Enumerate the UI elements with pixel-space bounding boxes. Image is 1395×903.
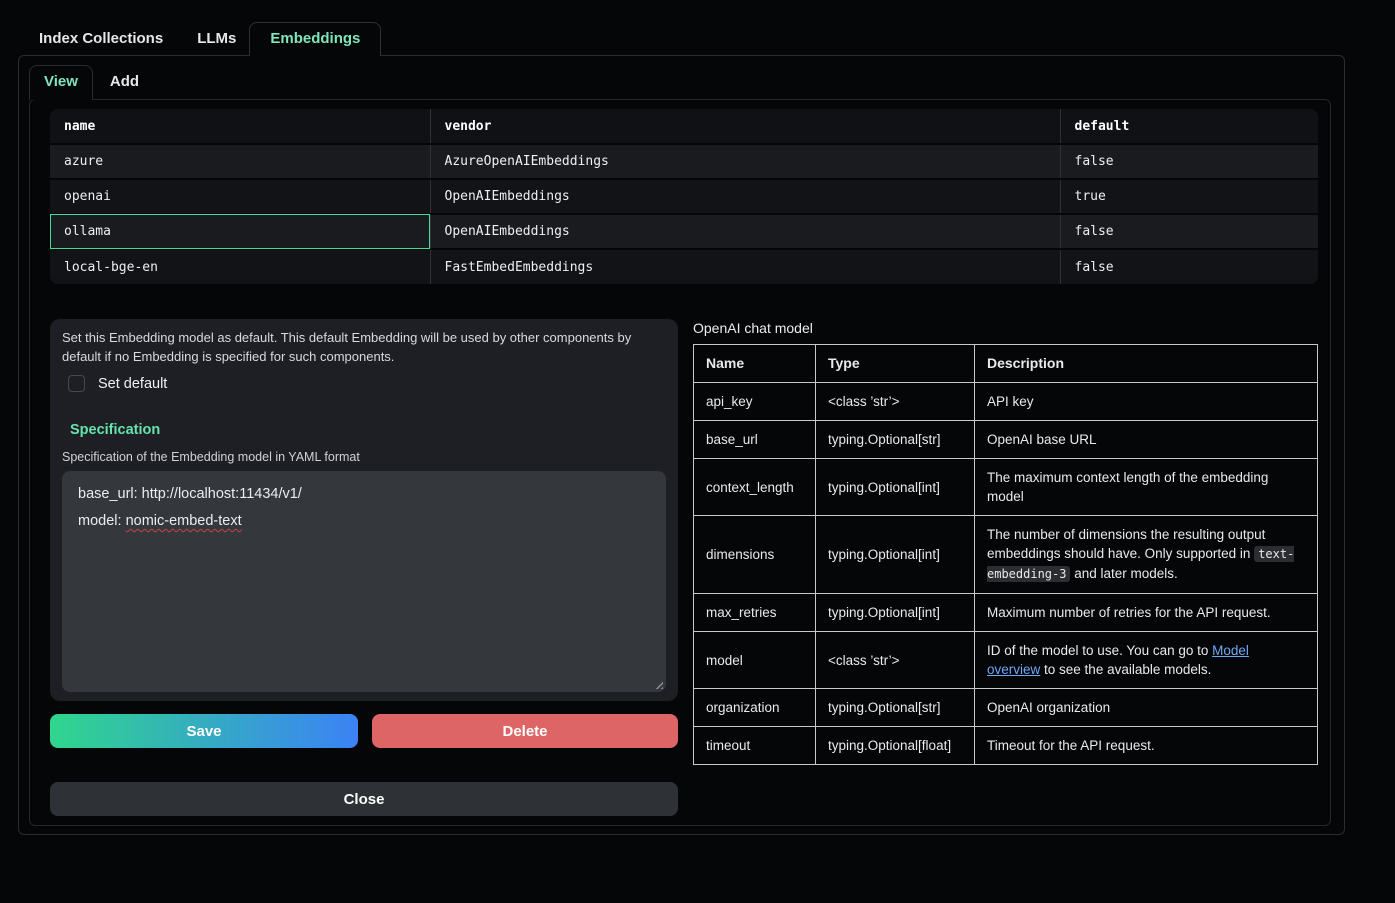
schema-table-body: api_key<class ’str’>API keybase_urltypin…	[694, 383, 1318, 765]
schema-cell-description: The maximum context length of the embedd…	[975, 459, 1318, 516]
yaml-editor[interactable]: base_url: http://localhost:11434/v1/ mod…	[62, 471, 666, 692]
yaml-line-2-prefix: model:	[78, 513, 126, 529]
tab-llms[interactable]: LLMs	[184, 22, 249, 55]
schema-cell-name: organization	[694, 689, 816, 727]
tab-embeddings[interactable]: Embeddings	[249, 22, 381, 56]
schema-cell-name: context_length	[694, 459, 816, 516]
cell-default[interactable]: false	[1060, 214, 1318, 249]
schema-cell-description: Timeout for the API request.	[975, 727, 1318, 765]
schema-column-description: Description	[975, 345, 1318, 383]
schema-cell-type: typing.Optional[int]	[816, 594, 975, 632]
schema-cell-name: model	[694, 632, 816, 689]
column-header-vendor: vendor	[430, 109, 1060, 144]
schema-cell-type: typing.Optional[int]	[816, 459, 975, 516]
set-default-checkbox[interactable]	[68, 375, 85, 392]
schema-row-dimensions: dimensionstyping.Optional[int]The number…	[694, 516, 1318, 594]
schema-cell-type: typing.Optional[str]	[816, 689, 975, 727]
column-header-default: default	[1060, 109, 1318, 144]
subtab-view[interactable]: View	[29, 65, 93, 100]
set-default-row[interactable]: Set default	[68, 375, 666, 392]
delete-button[interactable]: Delete	[372, 714, 678, 748]
schema-header-row: NameTypeDescription	[694, 345, 1318, 383]
schema-table: NameTypeDescription api_key<class ’str’>…	[693, 344, 1318, 765]
cell-name[interactable]: openai	[50, 179, 430, 214]
code-chip: text-embedding-3	[987, 546, 1294, 582]
schema-row-context-length: context_lengthtyping.Optional[int]The ma…	[694, 459, 1318, 516]
schema-title: OpenAI chat model	[693, 320, 1318, 336]
action-button-row: Save Delete	[50, 714, 678, 748]
schema-row-base-url: base_urltyping.Optional[str]OpenAI base …	[694, 421, 1318, 459]
view-add-tab-bar: ViewAdd	[19, 56, 1344, 99]
schema-row-model: model<class ’str’>ID of the model to use…	[694, 632, 1318, 689]
schema-row-max-retries: max_retriestyping.Optional[int]Maximum n…	[694, 594, 1318, 632]
left-column: Set this Embedding model as default. Thi…	[50, 319, 678, 816]
save-button[interactable]: Save	[50, 714, 358, 748]
embeddings-table-header: namevendordefault	[50, 109, 1318, 144]
cell-default[interactable]: false	[1060, 249, 1318, 284]
view-tab-panel: namevendordefault azureAzureOpenAIEmbedd…	[29, 99, 1331, 826]
schema-cell-type: typing.Optional[int]	[816, 516, 975, 594]
schema-cell-name: max_retries	[694, 594, 816, 632]
selected-cell-ollama[interactable]: ollama	[50, 214, 430, 249]
embeddings-table-body: azureAzureOpenAIEmbeddingsfalseopenaiOpe…	[50, 144, 1318, 284]
schema-row-api-key: api_key<class ’str’>API key	[694, 383, 1318, 421]
right-column: OpenAI chat model NameTypeDescription ap…	[693, 319, 1318, 816]
embeddings-page: Index CollectionsLLMsEmbeddings ViewAdd …	[0, 22, 1395, 835]
schema-row-organization: organizationtyping.Optional[str]OpenAI o…	[694, 689, 1318, 727]
table-row-openai[interactable]: openaiOpenAIEmbeddingstrue	[50, 179, 1318, 214]
specification-heading: Specification	[70, 422, 666, 438]
embeddings-table: namevendordefault azureAzureOpenAIEmbedd…	[50, 109, 1318, 284]
schema-column-type: Type	[816, 345, 975, 383]
schema-row-timeout: timeouttyping.Optional[float]Timeout for…	[694, 727, 1318, 765]
schema-cell-description: Maximum number of retries for the API re…	[975, 594, 1318, 632]
schema-cell-description: API key	[975, 383, 1318, 421]
cell-name[interactable]: azure	[50, 144, 430, 179]
schema-cell-name: dimensions	[694, 516, 816, 594]
yaml-line-1: base_url: http://localhost:11434/v1/	[78, 481, 650, 508]
schema-cell-description: The number of dimensions the resulting o…	[975, 516, 1318, 594]
schema-cell-name: base_url	[694, 421, 816, 459]
detail-area: Set this Embedding model as default. Thi…	[50, 319, 1318, 816]
misspelled-word: nomic-embed-text	[126, 513, 242, 529]
schema-cell-type: typing.Optional[str]	[816, 421, 975, 459]
table-row-azure[interactable]: azureAzureOpenAIEmbeddingsfalse	[50, 144, 1318, 179]
cell-default[interactable]: false	[1060, 144, 1318, 179]
yaml-line-2: model: nomic-embed-text	[78, 508, 650, 535]
schema-cell-description: OpenAI organization	[975, 689, 1318, 727]
embeddings-tab-panel: ViewAdd namevendordefault azureAzureOpen…	[18, 55, 1345, 835]
schema-cell-type: <class ’str’>	[816, 383, 975, 421]
cell-default[interactable]: true	[1060, 179, 1318, 214]
resize-handle-icon[interactable]	[653, 679, 663, 689]
schema-cell-description: ID of the model to use. You can go to Mo…	[975, 632, 1318, 689]
tab-index-collections[interactable]: Index Collections	[18, 22, 184, 55]
specification-caption: Specification of the Embedding model in …	[62, 450, 666, 464]
column-header-name: name	[50, 109, 430, 144]
model-overview-link[interactable]: Model overview	[987, 643, 1249, 677]
set-default-label: Set default	[98, 376, 167, 392]
default-panel: Set this Embedding model as default. Thi…	[50, 319, 678, 701]
schema-cell-type: <class ’str’>	[816, 632, 975, 689]
default-description: Set this Embedding model as default. Thi…	[62, 328, 666, 366]
close-button[interactable]: Close	[50, 782, 678, 816]
schema-cell-type: typing.Optional[float]	[816, 727, 975, 765]
schema-cell-name: api_key	[694, 383, 816, 421]
table-row-local-bge-en[interactable]: local-bge-enFastEmbedEmbeddingsfalse	[50, 249, 1318, 284]
schema-column-name: Name	[694, 345, 816, 383]
cell-vendor[interactable]: FastEmbedEmbeddings	[430, 249, 1060, 284]
schema-cell-description: OpenAI base URL	[975, 421, 1318, 459]
schema-cell-name: timeout	[694, 727, 816, 765]
table-row-ollama[interactable]: ollamaOpenAIEmbeddingsfalse	[50, 214, 1318, 249]
cell-name[interactable]: local-bge-en	[50, 249, 430, 284]
top-tab-bar: Index CollectionsLLMsEmbeddings	[18, 22, 1345, 55]
cell-vendor[interactable]: AzureOpenAIEmbeddings	[430, 144, 1060, 179]
subtab-add[interactable]: Add	[93, 65, 156, 99]
cell-vendor[interactable]: OpenAIEmbeddings	[430, 214, 1060, 249]
cell-vendor[interactable]: OpenAIEmbeddings	[430, 179, 1060, 214]
